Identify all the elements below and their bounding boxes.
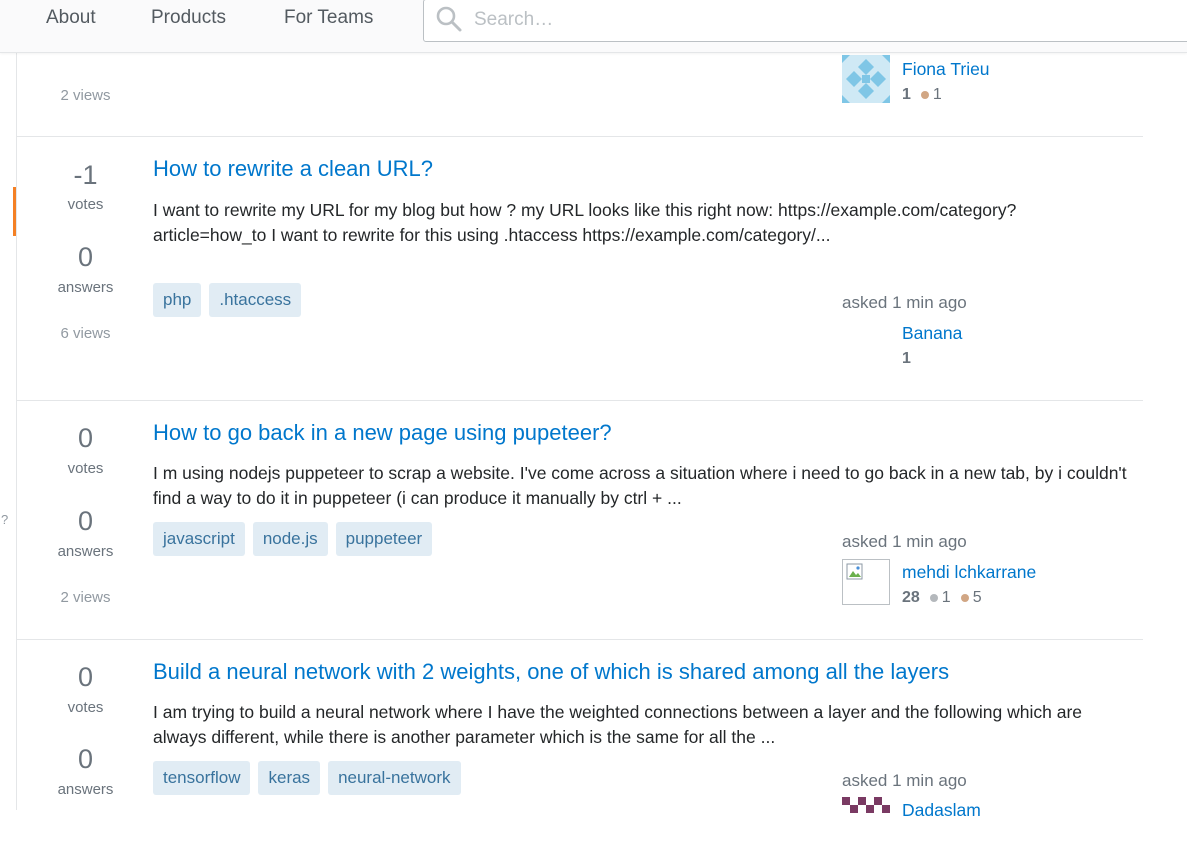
reputation-score: 1: [902, 350, 911, 367]
left-sidebar: [0, 52, 17, 810]
question-row: -1 votes 0 answers 6 views How to rewrit…: [17, 136, 1143, 401]
views-count: 6 views: [60, 325, 111, 342]
search-box[interactable]: [423, 0, 1187, 42]
tag-list: javascript node.js puppeteer: [153, 522, 433, 556]
question-excerpt: I m using nodejs puppeteer to scrap a we…: [153, 463, 1127, 508]
answer-count: 0: [77, 242, 94, 272]
answers-label: answers: [57, 781, 114, 798]
vote-count: 0: [77, 423, 94, 453]
bronze-badge-icon: [920, 91, 929, 99]
views-count: 2 views: [60, 87, 111, 104]
nav-products-link[interactable]: Products: [151, 8, 226, 28]
asked-time: asked 1 min ago: [842, 293, 967, 312]
bronze-badge-icon: [960, 594, 969, 602]
user-name-link[interactable]: Dadaslam: [902, 800, 981, 820]
tag-nodejs[interactable]: node.js: [252, 522, 328, 556]
question-excerpt: I am trying to build a neural network wh…: [153, 702, 1083, 747]
broken-image-icon: [846, 563, 863, 580]
reputation-score: 1: [902, 86, 911, 103]
question-title-link[interactable]: How to go back in a new page using pupet…: [153, 420, 612, 446]
nav-about-link[interactable]: About: [46, 8, 96, 28]
bronze-badge-count: 5: [972, 589, 982, 606]
tag-htaccess[interactable]: .htaccess: [209, 283, 302, 317]
tag-list: php .htaccess: [153, 283, 302, 317]
answer-count: 0: [77, 506, 94, 536]
user-name-link[interactable]: Banana: [902, 323, 962, 343]
question-excerpt: I want to rewrite my URL for my blog but…: [153, 200, 1017, 245]
user-avatar[interactable]: [842, 797, 890, 845]
user-reputation: 1 1: [902, 86, 942, 104]
answers-label: answers: [57, 279, 114, 296]
silver-badge-icon: [929, 594, 938, 602]
tag-neural-network[interactable]: neural-network: [328, 761, 461, 795]
user-reputation: 1: [902, 350, 911, 368]
left-sidebar-hint: ?: [1, 512, 9, 527]
reputation-score: 28: [902, 589, 920, 606]
active-nav-marker: [13, 187, 16, 236]
asked-time: asked 1 min ago: [842, 771, 967, 790]
votes-label: votes: [67, 699, 104, 716]
tag-puppeteer[interactable]: puppeteer: [335, 522, 433, 556]
votes-label: votes: [67, 196, 104, 213]
vote-count: 0: [77, 662, 94, 692]
question-title-link[interactable]: How to rewrite a clean URL?: [153, 156, 433, 182]
asked-time: asked 1 min ago: [842, 532, 967, 551]
user-name-link[interactable]: Fiona Trieu: [902, 59, 990, 79]
question-row: 0 votes 0 answers Build a neural network…: [17, 639, 1143, 845]
tag-php[interactable]: php: [153, 283, 202, 317]
user-avatar[interactable]: [842, 559, 890, 605]
bronze-badge-count: 1: [932, 86, 942, 103]
search-input[interactable]: [472, 6, 1176, 34]
silver-badge-count: 1: [941, 589, 951, 606]
user-name-link[interactable]: mehdi lchkarrane: [902, 562, 1036, 582]
user-avatar[interactable]: [842, 55, 890, 103]
tag-tensorflow[interactable]: tensorflow: [153, 761, 251, 795]
search-icon: [436, 6, 462, 32]
question-title-link[interactable]: Build a neural network with 2 weights, o…: [153, 659, 949, 685]
tag-keras[interactable]: keras: [258, 761, 321, 795]
top-bar: About Products For Teams: [0, 0, 1187, 53]
tag-list: tensorflow keras neural-network: [153, 761, 461, 795]
views-count: 2 views: [60, 589, 111, 606]
user-reputation: 28 1 5: [902, 589, 982, 607]
question-row: 0 votes 0 answers 2 views How to go back…: [17, 400, 1143, 640]
vote-count: -1: [73, 160, 98, 190]
votes-label: votes: [67, 460, 104, 477]
answer-count: 0: [77, 744, 94, 774]
tag-javascript[interactable]: javascript: [153, 522, 245, 556]
answers-label: answers: [57, 543, 114, 560]
nav-for-teams-link[interactable]: For Teams: [284, 8, 373, 28]
